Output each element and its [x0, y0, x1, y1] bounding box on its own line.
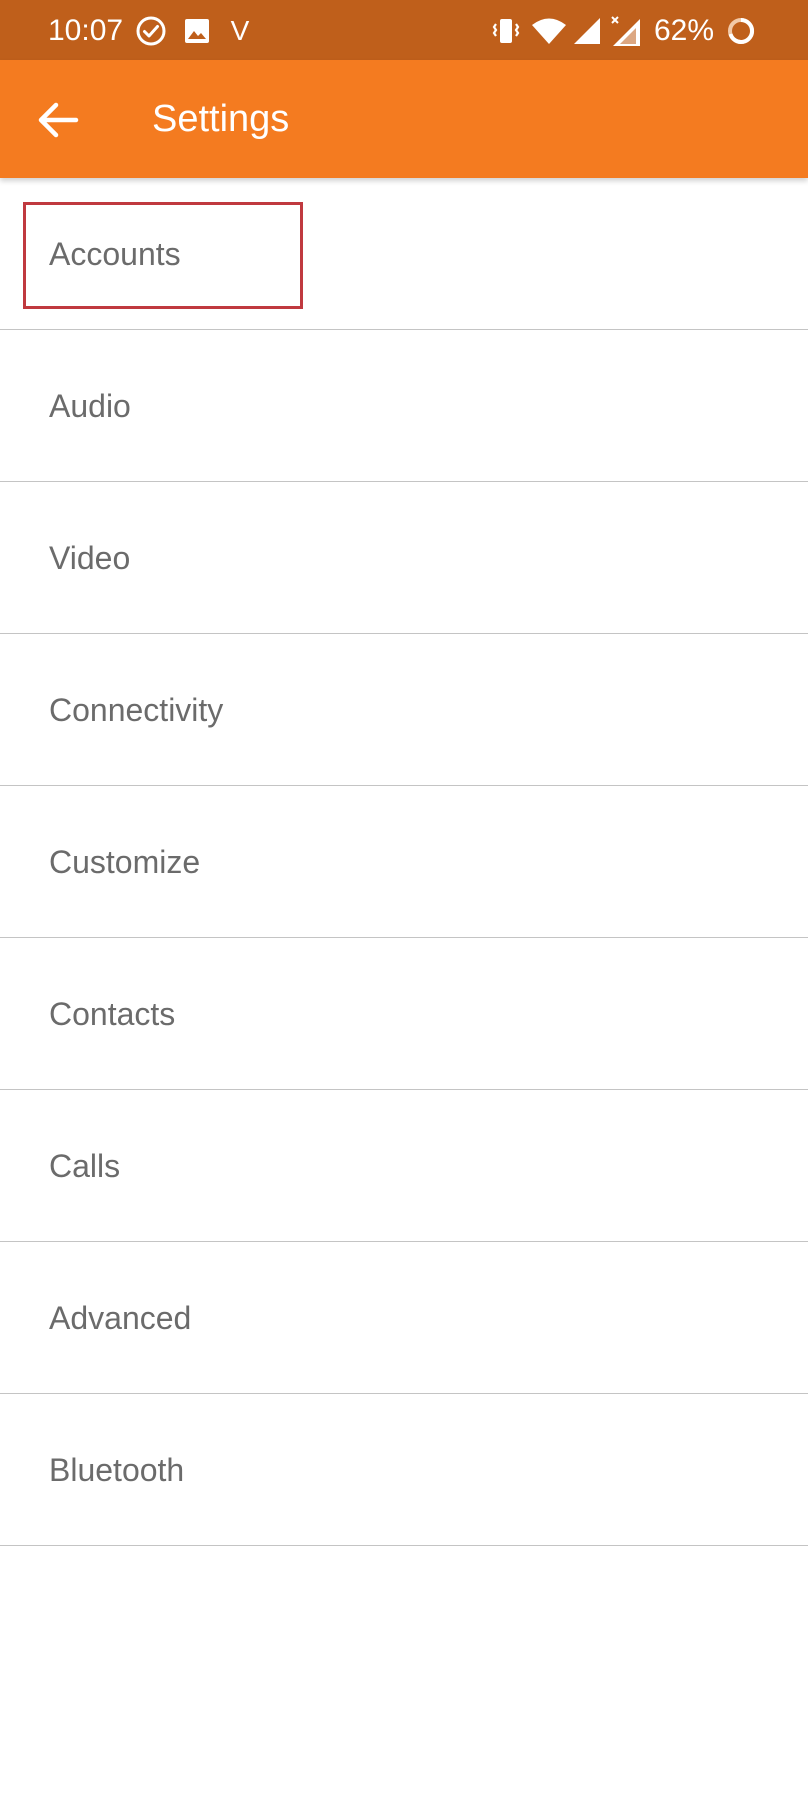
check-circle-icon: [134, 14, 168, 48]
carrier-glyph: V: [230, 15, 250, 46]
battery-percent: 62%: [654, 14, 715, 47]
settings-item-bluetooth[interactable]: Bluetooth: [0, 1394, 808, 1546]
back-button[interactable]: [22, 84, 94, 156]
settings-item-label: Connectivity: [49, 691, 224, 728]
settings-item-video[interactable]: Video: [0, 482, 808, 634]
settings-item-label: Bluetooth: [49, 1451, 185, 1488]
settings-item-contacts[interactable]: Contacts: [0, 938, 808, 1090]
image-icon: [180, 14, 214, 48]
settings-item-label: Accounts: [49, 235, 181, 272]
battery-ring-icon: [724, 14, 758, 48]
settings-item-accounts[interactable]: Accounts: [0, 178, 808, 330]
signal-no-data-icon: [608, 14, 642, 48]
settings-item-label: Audio: [49, 387, 131, 424]
settings-item-customize[interactable]: Customize: [0, 786, 808, 938]
settings-item-label: Advanced: [49, 1299, 192, 1336]
vibrate-icon: [488, 14, 524, 48]
status-time: 10:07: [48, 14, 124, 47]
wifi-icon: [530, 14, 568, 48]
status-bar: 10:07 V 62%: [0, 0, 808, 60]
settings-item-label: Video: [49, 539, 131, 576]
signal-icon: [572, 14, 602, 48]
arrow-left-icon: [38, 102, 79, 138]
app-bar: Settings: [0, 60, 808, 178]
settings-item-label: Customize: [49, 843, 201, 880]
settings-item-audio[interactable]: Audio: [0, 330, 808, 482]
settings-list: Accounts Audio Video Connectivity Custom…: [0, 178, 808, 1546]
settings-item-connectivity[interactable]: Connectivity: [0, 634, 808, 786]
settings-item-calls[interactable]: Calls: [0, 1090, 808, 1242]
page-title: Settings: [152, 98, 290, 140]
settings-item-label: Calls: [49, 1147, 121, 1184]
settings-item-label: Contacts: [49, 995, 176, 1032]
settings-item-advanced[interactable]: Advanced: [0, 1242, 808, 1394]
